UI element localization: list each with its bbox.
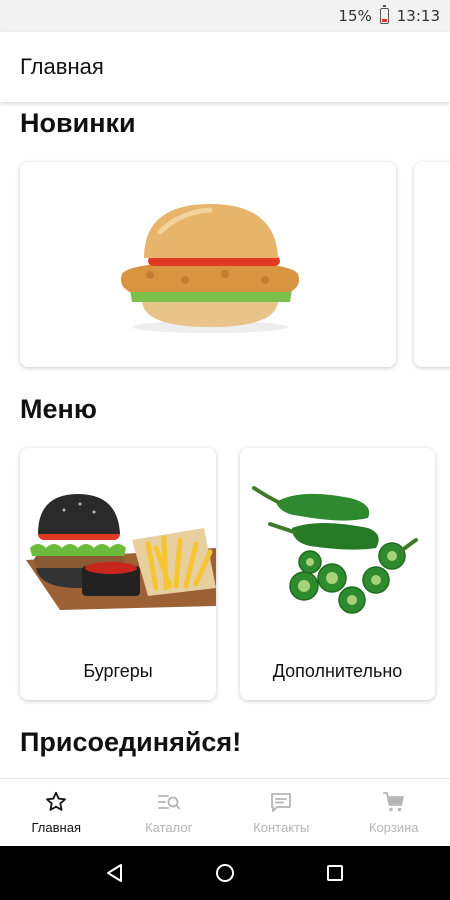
nav-catalog[interactable]: Каталог [113, 779, 226, 846]
chicken-burger-image [121, 204, 299, 333]
section-title-join: Присоединяйся! [20, 727, 242, 757]
cart-icon [382, 792, 404, 812]
nav-label: Каталог [145, 820, 193, 835]
new-item-card-next[interactable] [414, 162, 450, 367]
menu-card-extras[interactable]: Дополнительно [240, 448, 435, 700]
recents-icon[interactable] [324, 862, 346, 884]
nav-cart[interactable]: Корзина [338, 779, 450, 846]
app-bar: Главная [0, 32, 450, 102]
system-nav-bar [0, 846, 450, 900]
menu-card-label: Дополнительно [272, 661, 403, 681]
section-title-menu: Меню [20, 394, 97, 424]
nav-label: Корзина [368, 820, 419, 835]
menu-card-label: Бургеры [83, 661, 153, 681]
nav-home[interactable]: Главная [0, 779, 113, 846]
battery-percent: 15% [338, 7, 372, 25]
back-icon[interactable] [104, 862, 126, 884]
new-item-card[interactable] [20, 162, 396, 367]
menu-card-burgers[interactable]: Бургеры [20, 448, 216, 700]
nav-label: Контакты [253, 820, 310, 835]
home-icon[interactable] [214, 862, 236, 884]
nav-label: Главная [31, 820, 81, 835]
main-content[interactable]: Новинки Меню Бургеры Дополнительно Присо… [0, 102, 450, 778]
status-bar: 15% 13:13 [0, 0, 450, 32]
bottom-nav: Главная Каталог Контакты Корзина [0, 778, 450, 846]
section-title-new: Новинки [20, 108, 136, 138]
chat-icon [271, 793, 292, 812]
clock: 13:13 [396, 7, 440, 25]
catalog-search-icon [157, 795, 181, 810]
burgers-fries-image [26, 494, 216, 610]
battery-icon [379, 5, 389, 24]
nav-contacts[interactable]: Контакты [225, 779, 338, 846]
jalapeno-image [252, 486, 418, 614]
star-icon [46, 791, 67, 811]
page-title: Главная [20, 54, 104, 79]
